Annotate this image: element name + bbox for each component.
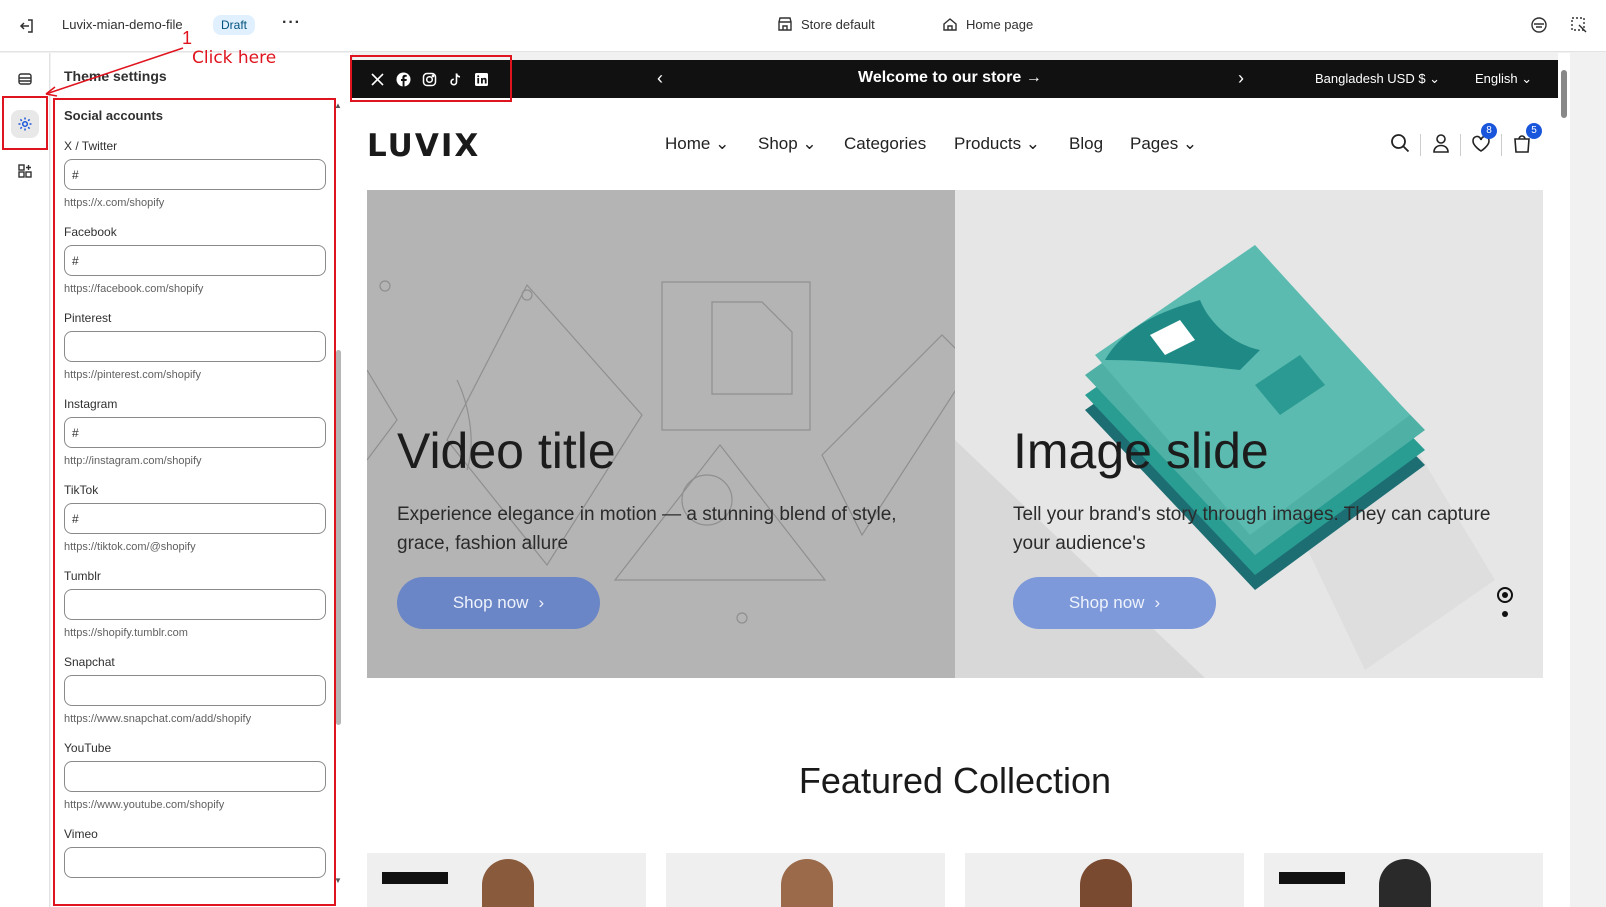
status-badge: Draft [213, 15, 256, 35]
theme-settings-panel: Theme settings Social accounts X / Twitt… [51, 53, 353, 907]
highlight-box-social-accounts [53, 98, 336, 906]
preview-scrollbar-thumb[interactable] [1561, 70, 1567, 118]
shop-now-button[interactable]: Shop now › [1013, 577, 1216, 629]
slider-dot-active[interactable] [1497, 587, 1513, 603]
account-icon[interactable] [1430, 132, 1452, 154]
product-image [1080, 859, 1132, 907]
header-divider [1460, 134, 1461, 156]
product-badge [382, 872, 448, 884]
nav-blog[interactable]: Blog [1069, 134, 1103, 154]
announcement-prev-arrow[interactable]: ‹ [657, 68, 663, 89]
highlight-box-social-icons [350, 55, 512, 102]
chevron-right-icon: › [1154, 593, 1161, 612]
preview-scrollbar-track [1558, 53, 1570, 907]
page-label: Home page [966, 16, 1034, 32]
product-badge [1279, 872, 1345, 884]
scroll-up-arrow[interactable]: ▲ [334, 101, 342, 110]
panel-scrollbar-thumb[interactable] [336, 350, 341, 725]
annotation-arrow [45, 47, 184, 97]
product-image [482, 859, 534, 907]
nav-products[interactable]: Products ⌄ [954, 134, 1040, 154]
app-embed-icon[interactable] [1530, 16, 1548, 39]
hero-slide-image: Image slide Tell your brand's story thro… [955, 190, 1543, 678]
apps-icon[interactable] [11, 157, 39, 185]
product-card[interactable] [666, 853, 945, 907]
featured-collection-title: Featured Collection [798, 760, 1112, 801]
nav-categories[interactable]: Categories [844, 134, 926, 154]
button-label: Shop now [452, 593, 529, 612]
wishlist-count-badge: 8 [1481, 123, 1497, 139]
chevron-right-icon: › [538, 593, 545, 612]
slider-dot[interactable] [1502, 611, 1508, 617]
slide-text: Tell your brand's story through images. … [1013, 504, 1491, 554]
store-icon [778, 17, 792, 31]
slide-title: Video title [397, 423, 616, 479]
cart-count-badge: 5 [1526, 123, 1542, 139]
header-divider [1420, 134, 1421, 156]
scroll-down-arrow[interactable]: ▼ [334, 876, 342, 885]
nav-home[interactable]: Home ⌄ [665, 134, 729, 154]
header-divider [1501, 134, 1502, 156]
search-icon[interactable] [1389, 132, 1411, 154]
slide-title: Image slide [1013, 423, 1269, 479]
button-label: Shop now [1068, 593, 1145, 612]
editor-topbar: Luvix-mian-demo-file Draft ··· Store def… [0, 0, 1606, 52]
language-selector[interactable]: English ⌄ [1475, 71, 1532, 87]
annotation-instruction: Click here [192, 48, 277, 68]
store-header: LUVIX Home ⌄ Shop ⌄ Categories Products … [352, 98, 1558, 190]
product-image [1379, 859, 1431, 907]
product-card[interactable] [965, 853, 1244, 907]
country-selector[interactable]: Bangladesh USD $ ⌄ [1315, 71, 1440, 87]
shop-now-button[interactable]: Shop now › [397, 577, 600, 629]
store-logo[interactable]: LUVIX [367, 128, 480, 164]
slide-text: Experience elegance in motion — a stunni… [397, 504, 897, 554]
store-selector[interactable]: Store default [777, 16, 875, 32]
nav-shop[interactable]: Shop ⌄ [758, 134, 817, 154]
nav-pages[interactable]: Pages ⌄ [1130, 134, 1197, 154]
editor-sidebar-rail [0, 53, 50, 907]
announcement-next-arrow[interactable]: › [1238, 68, 1244, 89]
product-card[interactable] [1264, 853, 1543, 907]
product-card[interactable] [367, 853, 646, 907]
announcement-text[interactable]: Welcome to our store → [858, 69, 1042, 87]
inspector-icon[interactable] [1570, 16, 1588, 39]
page-selector[interactable]: Home page [942, 16, 1033, 32]
announcement-bar: ‹ Welcome to our store → › Bangladesh US… [352, 60, 1558, 98]
store-preview: ‹ Welcome to our store → › Bangladesh US… [352, 60, 1558, 907]
store-label: Store default [801, 16, 875, 32]
product-image [781, 859, 833, 907]
home-icon [943, 18, 957, 31]
hero-slide-video: Video title Experience elegance in motio… [367, 190, 955, 678]
more-actions-button[interactable]: ··· [282, 14, 301, 32]
